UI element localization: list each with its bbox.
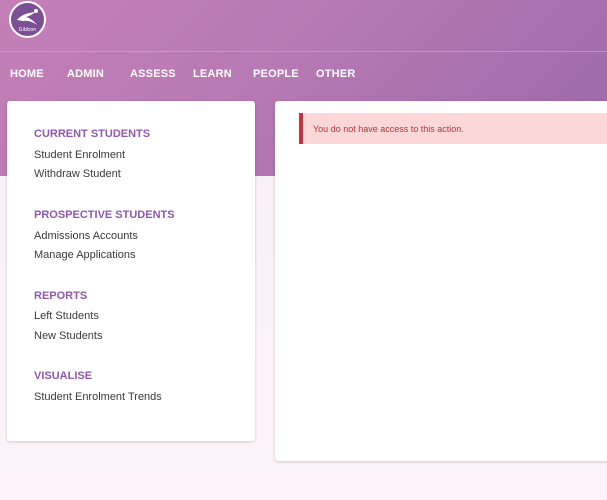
section-title-visualise: VISUALISE [34, 370, 93, 382]
sidebar-item-student-enrolment[interactable]: Student Enrolment [34, 149, 125, 161]
sidebar-item-left-students[interactable]: Left Students [34, 310, 99, 322]
sidebar-item-withdraw-student[interactable]: Withdraw Student [34, 168, 121, 180]
sidebar-menu: CURRENT STUDENTS Student Enrolment Withd… [7, 101, 255, 441]
gibbon-logo[interactable]: Gibbon [9, 1, 46, 38]
nav-learn[interactable]: LEARN [193, 68, 232, 80]
section-title-prospective-students: PROSPECTIVE STUDENTS [34, 209, 175, 221]
nav-other[interactable]: OTHER [316, 68, 356, 80]
sidebar-item-manage-applications[interactable]: Manage Applications [34, 249, 136, 261]
alert-message: You do not have access to this action. [313, 124, 464, 134]
error-alert: You do not have access to this action. [299, 113, 607, 144]
main-content: You do not have access to this action. [275, 101, 607, 461]
nav-admin[interactable]: ADMIN [67, 68, 104, 80]
header-divider [0, 51, 607, 52]
nav-people[interactable]: PEOPLE [253, 68, 299, 80]
sidebar-item-student-enrolment-trends[interactable]: Student Enrolment Trends [34, 391, 162, 403]
sidebar-item-admissions-accounts[interactable]: Admissions Accounts [34, 230, 138, 242]
section-title-reports: REPORTS [34, 290, 88, 302]
logo-text: Gibbon [18, 27, 37, 33]
nav-home[interactable]: HOME [10, 68, 44, 80]
section-title-current-students: CURRENT STUDENTS [34, 128, 151, 140]
nav-assess[interactable]: ASSESS [130, 68, 176, 80]
sidebar-item-new-students[interactable]: New Students [34, 330, 102, 342]
